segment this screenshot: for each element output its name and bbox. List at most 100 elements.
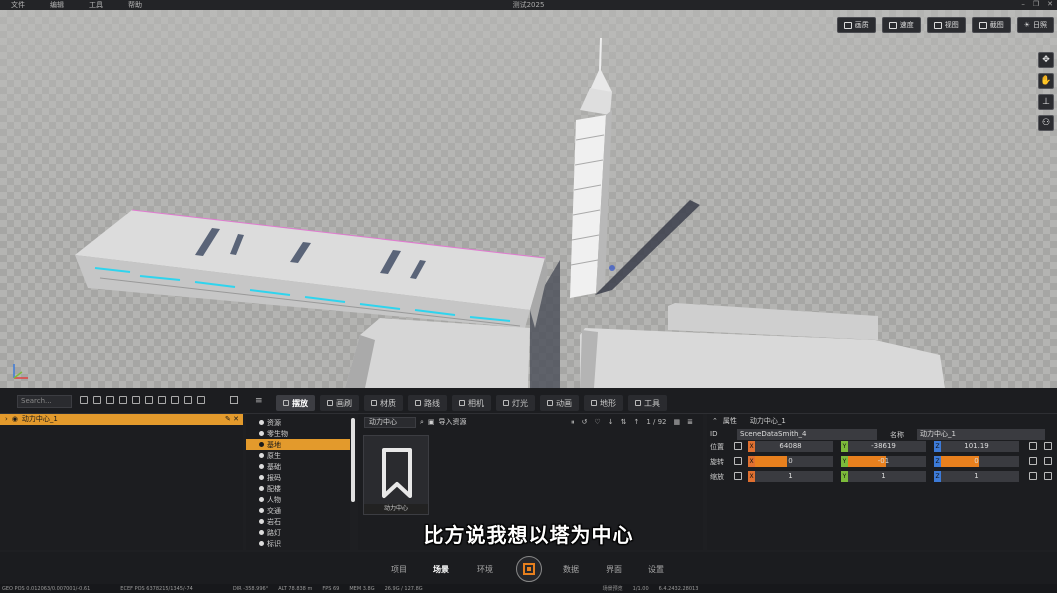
save-icon[interactable] xyxy=(1029,442,1037,450)
menu-icon[interactable]: ≡ xyxy=(255,396,263,406)
upload-icon[interactable]: ↑ xyxy=(633,418,639,426)
move-icon[interactable]: ✥ xyxy=(1038,52,1054,68)
position-x-field[interactable]: X 64088 xyxy=(748,441,833,452)
menu-bar: 文件 编辑 工具 帮助 测试2025 – ❐ ✕ xyxy=(0,0,1057,10)
app-logo-icon[interactable] xyxy=(516,556,542,582)
category-item[interactable]: 原生 xyxy=(246,450,350,461)
category-scrollbar[interactable] xyxy=(351,418,355,502)
wrench-icon xyxy=(635,400,641,406)
tab-tools[interactable]: 工具 xyxy=(628,395,667,411)
quality-button[interactable]: 画质 xyxy=(836,17,876,33)
status-zoom: 1/1.00 xyxy=(632,585,649,592)
search-icon[interactable]: ⌕ xyxy=(420,418,424,427)
copy-icon[interactable] xyxy=(1044,442,1052,450)
category-item[interactable]: 资源 xyxy=(246,417,350,428)
camera-icon[interactable] xyxy=(119,396,127,404)
screenshot-button[interactable]: 截图 xyxy=(971,17,1011,33)
category-item[interactable]: 零生物 xyxy=(246,428,350,439)
nav-environment[interactable]: 环境 xyxy=(477,564,493,575)
category-item[interactable]: 报码 xyxy=(246,472,350,483)
tab-brush[interactable]: 画刷 xyxy=(320,395,359,411)
rotation-y-field[interactable]: Y -01 xyxy=(841,456,926,467)
collapse-icon[interactable]: ⌃ xyxy=(712,417,718,425)
expand-icon[interactable] xyxy=(145,396,153,404)
rotation-z-field[interactable]: Z0 xyxy=(934,456,1019,467)
scale-z-field[interactable]: Z1 xyxy=(934,471,1019,482)
speed-button[interactable]: 速度 xyxy=(881,17,921,33)
nav-interface[interactable]: 界面 xyxy=(606,564,622,575)
square-icon[interactable] xyxy=(171,396,179,404)
category-item[interactable]: 配楼 xyxy=(246,483,350,494)
tab-camera[interactable]: 相机 xyxy=(452,395,491,411)
name-field[interactable]: 动力中心_1 xyxy=(917,429,1045,440)
nav-scene[interactable]: 场景 xyxy=(433,564,449,575)
refresh-icon[interactable] xyxy=(80,396,88,404)
category-item[interactable]: 人物 xyxy=(246,494,350,505)
position-y-field[interactable]: Y -38619 xyxy=(841,441,926,452)
nav-project[interactable]: 项目 xyxy=(391,564,407,575)
tab-material[interactable]: 材质 xyxy=(364,395,403,411)
walk-icon[interactable]: ⚇ xyxy=(1038,115,1054,131)
download-icon[interactable]: ↓ xyxy=(608,418,614,426)
reset-icon[interactable] xyxy=(1044,472,1052,480)
tab-placement[interactable]: 摆放 xyxy=(276,395,315,411)
grid-icon[interactable] xyxy=(184,396,192,404)
category-item[interactable]: 基础 xyxy=(246,461,350,472)
close-icon[interactable]: ✕ xyxy=(1047,0,1053,8)
nav-data[interactable]: 数据 xyxy=(563,564,579,575)
asset-card[interactable]: 动力中心 xyxy=(363,435,429,515)
undo-icon[interactable]: ↺ xyxy=(582,418,588,426)
position-z-field[interactable]: Z 101.19 xyxy=(934,441,1019,452)
heart-icon[interactable]: ♡ xyxy=(594,418,600,426)
view-button[interactable]: 视图 xyxy=(926,17,966,33)
minimize-icon[interactable]: – xyxy=(1021,0,1025,8)
panel-layout-icon[interactable] xyxy=(230,396,238,404)
pause-icon[interactable]: ⏸ xyxy=(571,418,575,427)
pan-icon[interactable]: ✋ xyxy=(1038,73,1054,89)
eye-icon[interactable]: ◉ xyxy=(12,414,18,425)
restore-icon[interactable]: ❐ xyxy=(1033,0,1039,8)
outliner-toolbar xyxy=(80,396,205,404)
tab-terrain[interactable]: 地形 xyxy=(584,395,623,411)
chevron-right-icon[interactable]: › xyxy=(5,414,8,425)
id-field[interactable]: SceneDataSmith_4 xyxy=(737,429,877,440)
scale-y-field[interactable]: Y1 xyxy=(841,471,926,482)
material-icon xyxy=(371,400,377,406)
tab-route[interactable]: 路线 xyxy=(408,395,447,411)
category-item[interactable]: 交通 xyxy=(246,505,350,516)
tab-light[interactable]: 灯光 xyxy=(496,395,535,411)
asset-filter-input[interactable]: 动力中心 xyxy=(364,416,416,428)
outliner-search-input[interactable]: Search... xyxy=(17,395,72,408)
tab-animation[interactable]: 动画 xyxy=(540,395,579,411)
menu-help[interactable]: 帮助 xyxy=(128,0,142,10)
3d-viewport[interactable]: 画质 速度 视图 截图 ☀ 日照 ✥ ✋ ⊥ ⚇ xyxy=(0,10,1057,388)
menu-edit[interactable]: 编辑 xyxy=(50,0,64,10)
layers-icon[interactable] xyxy=(132,396,140,404)
grid-view-icon[interactable]: ▦ xyxy=(674,418,681,426)
tree-item-selected[interactable]: › ◉ 动力中心_1 ✎ ✕ xyxy=(0,414,243,425)
category-item-selected[interactable]: 基地 xyxy=(246,439,350,450)
sunlight-button[interactable]: ☀ 日照 xyxy=(1016,17,1054,33)
lock-icon[interactable] xyxy=(1029,472,1037,480)
filter-icon[interactable] xyxy=(93,396,101,404)
tree-item-label: 动力中心_1 xyxy=(21,415,58,423)
comment-icon[interactable] xyxy=(1029,457,1037,465)
sort-icon[interactable]: ⇅ xyxy=(621,418,627,426)
rotation-row: 旋转 X0 Y -01 Z0 xyxy=(707,456,1057,468)
menu-file[interactable]: 文件 xyxy=(11,0,25,10)
list-icon[interactable] xyxy=(197,396,205,404)
copy-icon[interactable] xyxy=(1044,457,1052,465)
route-icon xyxy=(415,400,421,406)
status-bar: GEO POS 0.012063/0.007001/-0.61 ECEF POS… xyxy=(0,584,1057,593)
axis-icon[interactable]: ⊥ xyxy=(1038,94,1054,110)
rotation-x-field[interactable]: X0 xyxy=(748,456,833,467)
import-icon[interactable]: ▣ xyxy=(428,418,435,426)
import-button[interactable]: 导入资源 xyxy=(439,417,467,427)
menu-tools[interactable]: 工具 xyxy=(89,0,103,10)
copy-icon[interactable] xyxy=(158,396,166,404)
list-view-icon[interactable]: ≣ xyxy=(687,418,693,426)
scale-x-field[interactable]: X1 xyxy=(748,471,833,482)
nav-settings[interactable]: 设置 xyxy=(648,564,664,575)
focus-icon[interactable] xyxy=(106,396,114,404)
edit-icon[interactable]: ✎ ✕ xyxy=(225,414,239,425)
